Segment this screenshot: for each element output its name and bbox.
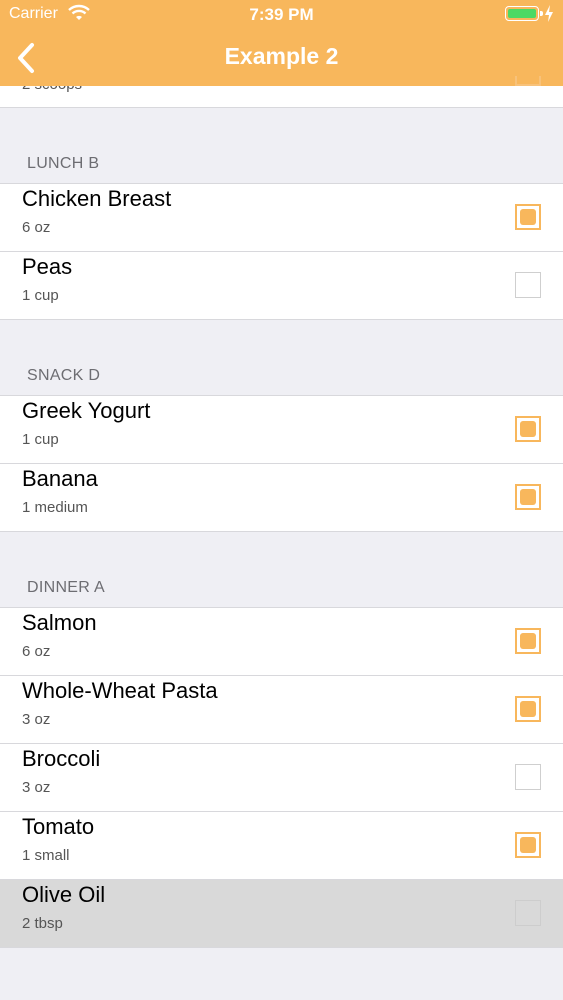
- navigation-bar: Example 2: [0, 30, 563, 86]
- checkbox[interactable]: [515, 628, 541, 654]
- page-title: Example 2: [224, 43, 339, 69]
- checkbox[interactable]: [515, 900, 541, 926]
- checkbox[interactable]: [515, 696, 541, 722]
- item-name: Whole-Wheat Pasta: [22, 678, 218, 703]
- item-amount: 1 cup: [22, 431, 59, 448]
- item-amount: 6 oz: [22, 219, 51, 236]
- checkbox[interactable]: [515, 416, 541, 442]
- checkbox[interactable]: [515, 832, 541, 858]
- item-name: Peas: [22, 254, 73, 279]
- list-item-olive-oil[interactable]: Olive Oil 2 tbsp: [0, 880, 563, 948]
- status-bar: Carrier 7:39 PM: [0, 0, 563, 30]
- item-amount: 2 tbsp: [22, 915, 63, 932]
- list-item-salmon[interactable]: Salmon 6 oz: [0, 608, 563, 676]
- list-item-peas[interactable]: Peas 1 cup: [0, 252, 563, 320]
- item-amount: 3 oz: [22, 779, 51, 796]
- item-amount: 1 cup: [22, 287, 59, 304]
- clock: 7:39 PM: [249, 5, 314, 24]
- battery-icon: [505, 6, 543, 21]
- item-amount: 6 oz: [22, 643, 51, 660]
- list-item-banana[interactable]: Banana 1 medium: [0, 464, 563, 532]
- list-item-whole-wheat-pasta[interactable]: Whole-Wheat Pasta 3 oz: [0, 676, 563, 744]
- item-amount: 1 small: [22, 847, 70, 864]
- item-amount: 1 medium: [22, 499, 88, 516]
- section-header-lunch-b: LUNCH B: [0, 108, 563, 184]
- checkbox[interactable]: [515, 764, 541, 790]
- section-header-snack-d: SNACK D: [0, 320, 563, 396]
- item-name: Banana: [22, 466, 98, 491]
- section-title: SNACK D: [27, 367, 101, 384]
- item-amount: 3 oz: [22, 711, 51, 728]
- item-name: Greek Yogurt: [22, 398, 151, 423]
- section-title: LUNCH B: [27, 155, 100, 172]
- item-name: Olive Oil: [22, 882, 106, 907]
- list-item-tomato[interactable]: Tomato 1 small: [0, 812, 563, 880]
- checkbox[interactable]: [515, 272, 541, 298]
- list-item-chicken-breast[interactable]: Chicken Breast 6 oz: [0, 184, 563, 252]
- food-list: 2 scoops LUNCH B Chicken Breast 6 oz Pea…: [0, 0, 563, 1000]
- checkbox-partial[interactable]: [515, 76, 541, 86]
- section-header-dinner-a: DINNER A: [0, 532, 563, 608]
- list-item-greek-yogurt[interactable]: Greek Yogurt 1 cup: [0, 396, 563, 464]
- charging-bolt-icon: [545, 5, 553, 22]
- list-item-broccoli[interactable]: Broccoli 3 oz: [0, 744, 563, 812]
- checkbox[interactable]: [515, 484, 541, 510]
- checkbox[interactable]: [515, 204, 541, 230]
- item-name: Tomato: [22, 814, 95, 839]
- item-name: Broccoli: [22, 746, 101, 771]
- item-name: Chicken Breast: [22, 186, 172, 211]
- section-title: DINNER A: [27, 579, 105, 596]
- item-name: Salmon: [22, 610, 97, 635]
